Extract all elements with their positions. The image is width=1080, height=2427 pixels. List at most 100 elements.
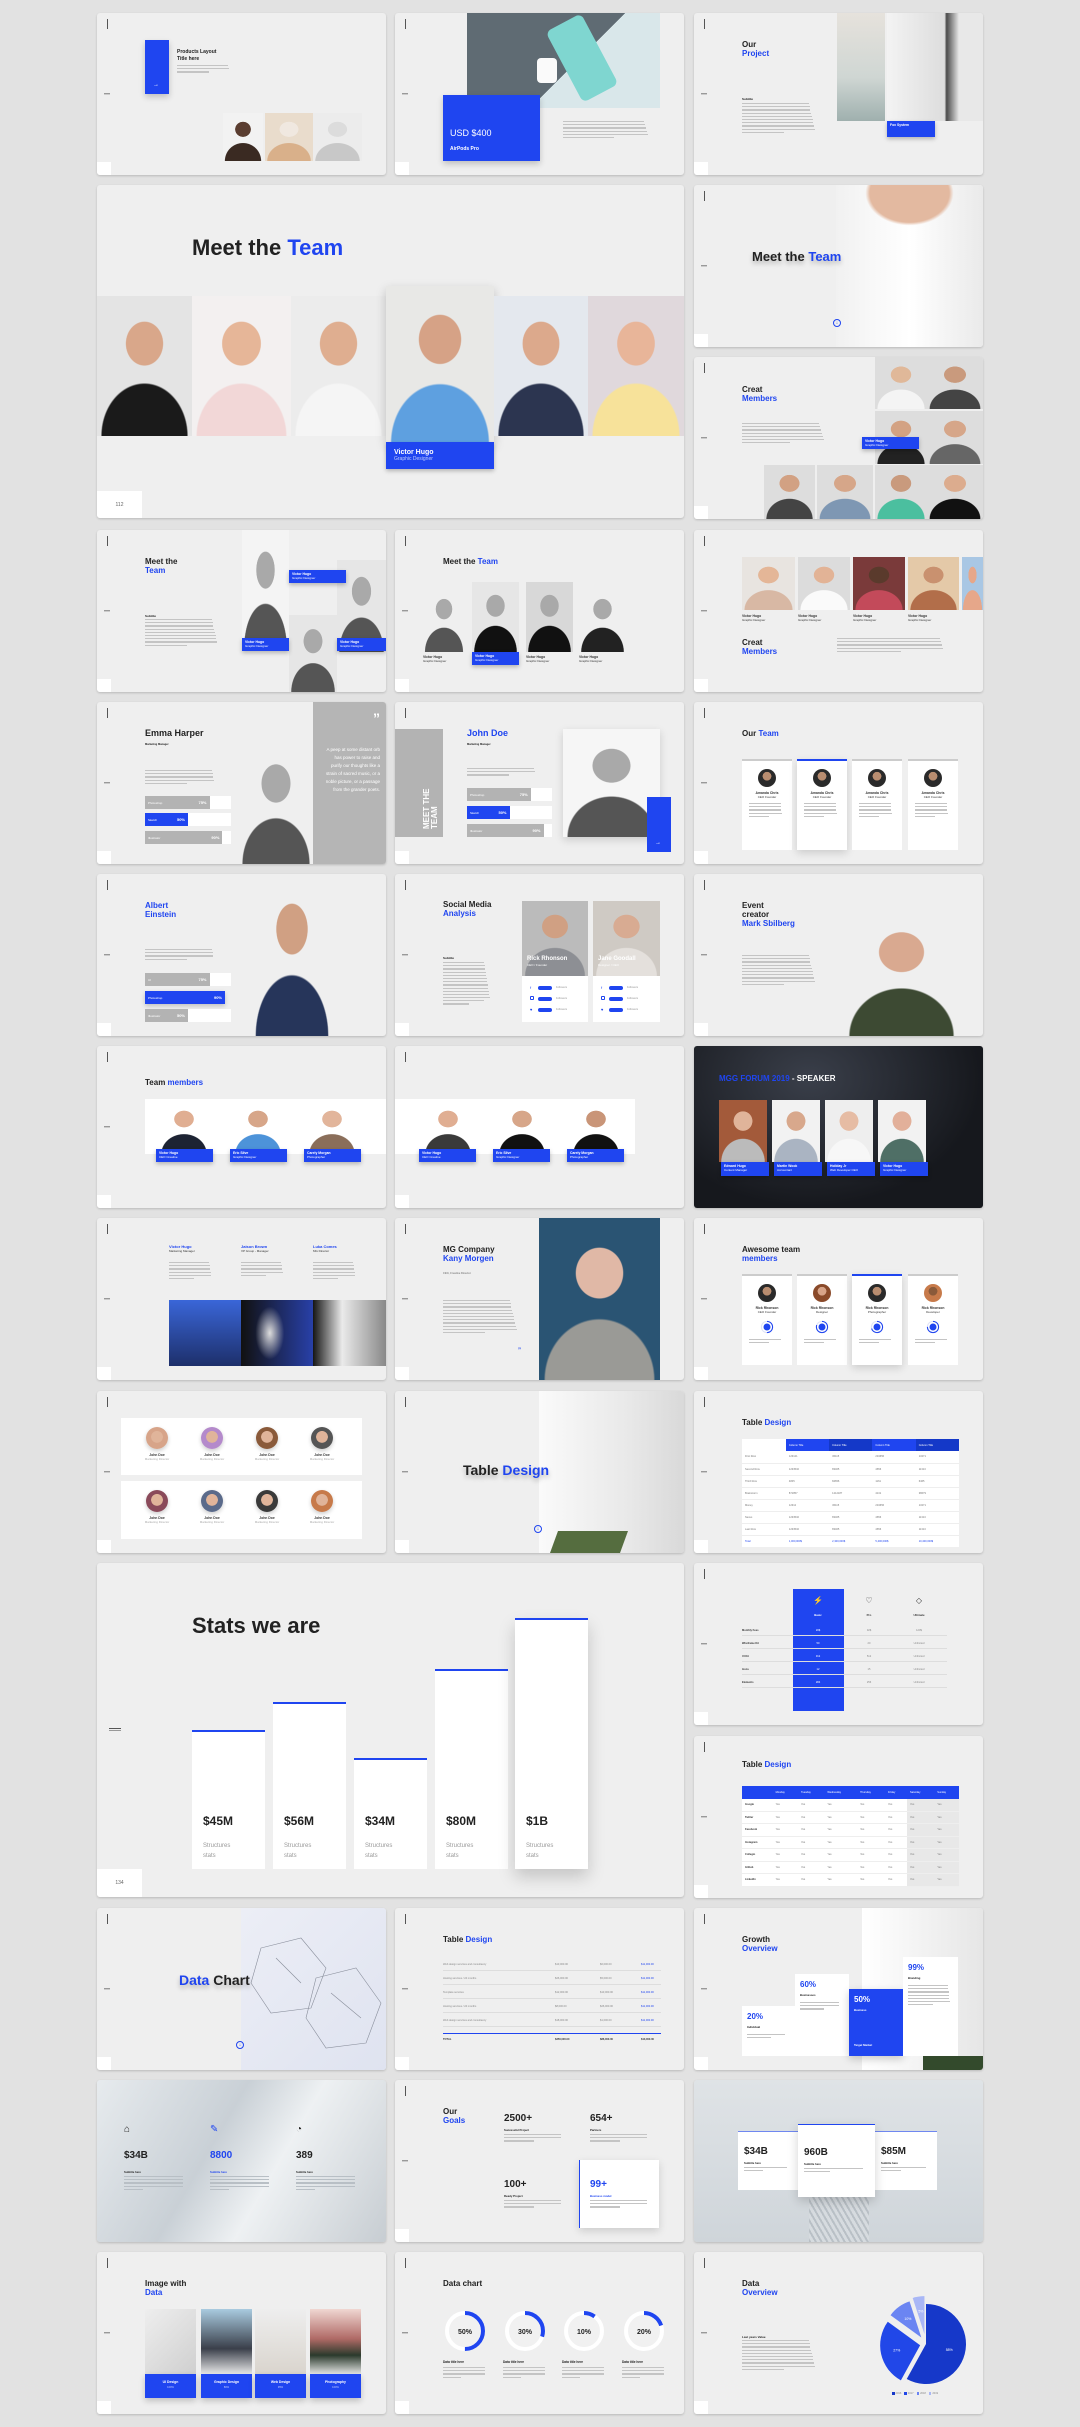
slide-meet-the-team-3[interactable]: Meet the Team Victor Hugo Graphic Designe…	[395, 530, 684, 692]
text-line	[296, 2179, 355, 2181]
slide-growth-overview[interactable]: Growth Overview 20% Individual 60% Business…	[694, 1908, 983, 2070]
text-line	[443, 2373, 485, 2375]
text: Jane Goodall	[598, 956, 636, 962]
slide-meet-the-team-2[interactable]: Meet the Team Subtitle Victor Hugo Graphic…	[97, 530, 386, 692]
text: Meet the	[192, 235, 288, 260]
shirt-photo	[836, 185, 983, 347]
donut-ring: 50%	[445, 2311, 485, 2351]
text: Graphic Designer	[475, 658, 499, 662]
slide-albert-einstein[interactable]: Albert Einstein UI 75% Photoshop 90% Illust…	[97, 874, 386, 1036]
goal-label: Ready Project	[504, 2194, 523, 2198]
table-cell: Yes	[934, 1823, 959, 1836]
table-cell: Yes	[800, 1803, 806, 1806]
slide-meet-the-team-cover[interactable]: Meet the Team ↓	[694, 185, 983, 347]
slide-our-goals[interactable]: Our Goals 2500+ Successful Project 654+ Part…	[395, 2080, 684, 2242]
building-photo	[539, 1391, 684, 1553]
text-line	[915, 803, 947, 805]
slide-john-doe[interactable]: MEET THE TEAM John Doe Marketing Manager…	[395, 702, 684, 864]
text-block	[169, 1262, 215, 1280]
slide-value-cards[interactable]: $34B Subtitle here 960B Subtitle here $85M Su…	[694, 2080, 983, 2242]
column-header: Column Title	[915, 1439, 959, 1451]
growth-card: 60% Businesses	[795, 1974, 849, 2056]
slide-products-layout[interactable]: → Products Layout Title here	[97, 13, 386, 175]
slide-team-members[interactable]: Team members Victor Hugo CEO Creative Eri…	[97, 1046, 386, 1208]
slide-pricing-table[interactable]: ⚡ Basic ♡ Pro ◇ Ultimate Monthly Fees 20$ 32$ 120…	[694, 1563, 983, 1725]
text-line	[503, 2370, 545, 2372]
slide-creat-members-2[interactable]: Victor Hugo Graphic Designer Victor Hugo G…	[694, 530, 983, 692]
slide-weekly-table[interactable]: Table Design Monday Tuesday Wednesday Thurs…	[694, 1736, 983, 1898]
slide-creat-members[interactable]: Creat Members Victor Hugo Graphic Designer	[694, 357, 983, 519]
facebook-icon: f	[601, 985, 603, 990]
table-cell: 11313	[918, 1467, 926, 1471]
text-line	[169, 1262, 210, 1264]
member-role: Marketing Director	[144, 1520, 170, 1524]
slide-table-list[interactable]: Table Design Web design services and con…	[395, 1908, 684, 2070]
decoration: 75%	[198, 977, 207, 982]
member-card: Amanda Chris CEO Founder	[797, 759, 847, 850]
total-cell: TOTAL	[443, 2038, 452, 2041]
slide-forum-speakers[interactable]: MGG FORUM 2019 - SPEAKER Edward Hugo Cont…	[694, 1046, 983, 1208]
slide-icon-stats[interactable]: ⌂ $34B Subtitle here ✎ 8800 Subtitle here ◔ 389…	[97, 2080, 386, 2242]
text: Illustrator	[148, 1013, 161, 1018]
slide-our-team[interactable]: Our Team Amanda Chris CEO Founder Amanda …	[694, 702, 983, 864]
member-name-block: Amanda Chris CEO Founder	[756, 791, 779, 799]
avatar	[201, 1490, 223, 1512]
slide-our-project[interactable]: Our Project Subtitle Fox System	[694, 13, 983, 175]
slide-data-chart-cover[interactable]: Data Chart ↓	[97, 1908, 386, 2070]
slide-social-media-analysis[interactable]: Social Media Analysis Subtitle Rick Rhons…	[395, 874, 684, 1036]
member-name-block: Victor Hugo Graphic Designer	[742, 614, 765, 622]
slide-meet-the-team-large[interactable]: Meet the Team Victor Hugo Graphic Designe…	[97, 185, 684, 518]
progress-ring	[870, 1320, 884, 1334]
decoration: 50%	[176, 1013, 185, 1018]
slide-table-design[interactable]: Table Design Column Title Column Title Col…	[694, 1391, 983, 1553]
text-line	[881, 2170, 901, 2172]
slide-awesome-team[interactable]: Awesome team members Rick Rhonson CEO Foun…	[694, 1218, 983, 1380]
slide-mg-company[interactable]: MG Company Kany Morgen CEO, Creative Dire…	[395, 1218, 684, 1380]
slide-event-creator[interactable]: Event creator Mark Sbilberg	[694, 874, 983, 1036]
total-cell: Total	[745, 1539, 751, 1543]
table-row: Last Row 1233532 83465 4656 11313	[742, 1523, 959, 1535]
item-description: Template services	[443, 1991, 464, 1994]
photo	[844, 909, 959, 1036]
text: Graphic Designer	[742, 618, 766, 622]
photo	[908, 557, 959, 610]
slide-table-design-cover[interactable]: Table Design ↓	[395, 1391, 684, 1553]
quote-text: A peep at some distant orb has power to …	[325, 747, 380, 792]
stat-column: $80M Structures stats	[435, 1669, 508, 1869]
avatar	[868, 769, 886, 787]
category-percent: 80%	[223, 2386, 230, 2389]
slide-data-rings[interactable]: Data chart 50% Data title here 30% Data tit…	[395, 2252, 684, 2414]
skill-bar: Photoshop 90%	[145, 991, 225, 1004]
slide-three-members[interactable]: Victor Hugo Marketing Manager Jaison Brow…	[97, 1218, 386, 1380]
text-line	[504, 2140, 534, 2142]
photo	[772, 1100, 820, 1162]
slide-john-doe-grid[interactable]: John Doe Marketing Director John Doe Market…	[97, 1391, 386, 1553]
photo	[233, 1101, 283, 1154]
next-button[interactable]: →	[647, 797, 671, 852]
member-name-block: Rick Rhonson Developer	[922, 1306, 945, 1314]
slide-accent-bar	[704, 1742, 705, 1752]
category-label-card: UI Design 100%	[145, 2374, 196, 2398]
text-line	[859, 803, 891, 805]
text-line	[742, 955, 809, 957]
slide-product-price[interactable]: USD $400 AirPods Pro	[395, 13, 684, 175]
page-number-box	[694, 1367, 708, 1380]
avatar	[924, 769, 942, 787]
table-row: First Row 123121 36115 234656 13271	[742, 1451, 959, 1463]
text-line	[443, 1315, 514, 1318]
slide-emma-harper[interactable]: Emma Harper Marketing Manager Photoshop 7…	[97, 702, 386, 864]
slide-accent-bar	[704, 1914, 705, 1924]
decoration	[275, 1957, 302, 1984]
slide-team-members-2[interactable]: Victor Hugo CEO Creative Eric Silve Graphi…	[395, 1046, 684, 1208]
slide-data-overview[interactable]: Data Overview Last years Value 58% 27% 10% 5…	[694, 2252, 983, 2414]
plan-value: Unlimited	[913, 1655, 925, 1658]
slide-image-with-data[interactable]: Image with Data UI Design 100% Graphic Desi…	[97, 2252, 386, 2414]
text: Design	[764, 1760, 792, 1769]
item-description: Web design services and consultancy	[443, 2019, 487, 2022]
decoration: Photoshop 75%	[145, 796, 210, 809]
text-line	[804, 803, 836, 805]
title-line: Products Layout	[177, 49, 217, 55]
decoration: $34B Subtitle here 960B Subtitle here $85M Su…	[694, 2080, 983, 2242]
slide-stats[interactable]: Stats we are $45M Structures stats $56M Str…	[97, 1563, 684, 1897]
text-line	[742, 2355, 813, 2358]
